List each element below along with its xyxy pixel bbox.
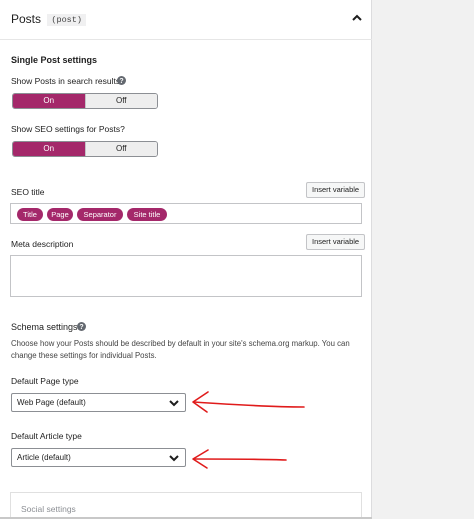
seo-title-insert-variable-button[interactable]: Insert variable [306, 182, 366, 198]
search-results-toggle[interactable]: On Off [12, 93, 158, 109]
section-title: Posts (post) [11, 12, 86, 26]
token-title[interactable]: Title [17, 208, 43, 221]
chevron-down-icon [169, 400, 179, 407]
toggle-off-option[interactable]: Off [84, 142, 157, 156]
schema-heading: Schema settings [11, 322, 78, 332]
default-page-type-select[interactable]: Web Page (default) [11, 393, 186, 412]
toggle-on-option[interactable]: On [13, 94, 85, 108]
svg-text:?: ? [79, 324, 83, 331]
seo-title-label: SEO title [11, 187, 45, 197]
settings-panel: Posts (post) Single Post settings Show P… [0, 0, 372, 519]
schema-heading-text: Schema settings [11, 322, 78, 332]
default-page-type-label: Default Page type [11, 376, 79, 386]
token-page[interactable]: Page [47, 208, 73, 221]
single-post-heading: Single Post settings [11, 55, 98, 65]
seo-settings-toggle[interactable]: On Off [12, 141, 158, 157]
toggle-on-option[interactable]: On [13, 142, 85, 156]
post-type-code: (post) [47, 14, 86, 26]
chevron-up-icon[interactable] [351, 12, 363, 24]
posts-section-header[interactable]: Posts (post) [0, 0, 372, 40]
svg-text:?: ? [119, 78, 123, 85]
annotation-arrow-icon [192, 449, 287, 469]
toggle-off-option[interactable]: Off [84, 94, 157, 108]
token-separator[interactable]: Separator [77, 208, 123, 221]
schema-description: Choose how your Posts should be describe… [11, 338, 363, 362]
chevron-down-icon [169, 455, 179, 462]
help-icon[interactable]: ? [117, 76, 126, 85]
default-article-type-label: Default Article type [11, 431, 82, 441]
selected-value: Web Page (default) [17, 398, 86, 407]
schema-description-line: change these settings for individual Pos… [11, 351, 157, 360]
meta-description-textarea[interactable] [10, 255, 362, 297]
seo-title-input[interactable]: Title Page Separator Site title [10, 203, 362, 224]
meta-description-insert-variable-button[interactable]: Insert variable [306, 234, 366, 250]
meta-description-label: Meta description [11, 239, 74, 249]
token-site-title[interactable]: Site title [127, 208, 167, 221]
search-results-label: Show Posts in search results? [11, 76, 125, 86]
annotation-arrow-icon [192, 391, 305, 413]
default-article-type-select[interactable]: Article (default) [11, 448, 186, 467]
selected-value: Article (default) [17, 453, 71, 462]
social-settings-box: Social settings [10, 492, 362, 519]
social-settings-label: Social settings [21, 504, 76, 514]
section-title-text: Posts [11, 12, 42, 26]
seo-settings-label: Show SEO settings for Posts? [11, 124, 125, 134]
schema-description-line: Choose how your Posts should be describe… [11, 339, 350, 348]
help-icon[interactable]: ? [77, 322, 86, 331]
